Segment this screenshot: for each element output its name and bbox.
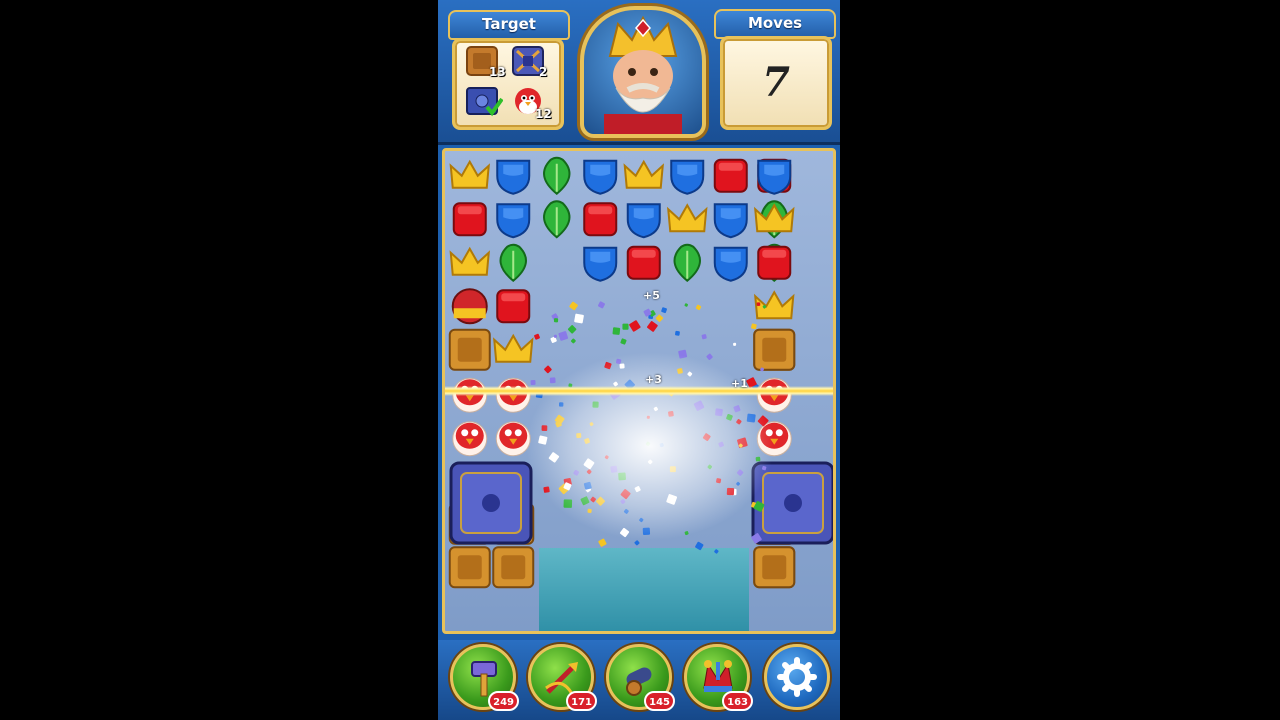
target-count-wooden-box: 13: [489, 65, 506, 79]
debris-particle: [612, 327, 621, 335]
tnt-piece[interactable]: [451, 288, 488, 325]
debris-particle: [701, 334, 707, 340]
cube-piece[interactable]: [452, 202, 487, 237]
crown-piece[interactable]: [623, 159, 664, 189]
box-piece[interactable]: [448, 328, 491, 371]
debris-particle: [620, 338, 627, 345]
box-piece[interactable]: [492, 546, 535, 589]
debris-particle: [622, 323, 629, 330]
settings-button[interactable]: [764, 644, 830, 710]
debris-particle: [756, 302, 761, 306]
moves-title: Moves: [714, 9, 836, 39]
debris-particle: [661, 307, 667, 314]
debris-particle: [567, 325, 577, 334]
booster-bar: 249 171 145 163: [438, 640, 840, 720]
shield-piece[interactable]: [496, 159, 531, 195]
crown-piece[interactable]: [449, 246, 490, 276]
box-piece[interactable]: [753, 546, 796, 589]
shield-piece[interactable]: [713, 246, 748, 282]
jester-booster-button[interactable]: 163: [684, 644, 753, 711]
hammer-booster-button[interactable]: 249: [450, 644, 519, 711]
box-piece[interactable]: [448, 546, 491, 589]
debris-particle: [629, 320, 641, 332]
cube-piece[interactable]: [713, 158, 748, 193]
debris-particle: [569, 301, 578, 311]
cube-piece[interactable]: [757, 245, 792, 280]
king-portrait: [580, 6, 706, 138]
target-count-red-bird: 12: [535, 107, 552, 121]
debris-particle: [675, 330, 680, 336]
shield-piece[interactable]: [583, 159, 618, 195]
crown-piece[interactable]: [449, 159, 490, 189]
cannon-count-badge: 145: [644, 691, 675, 711]
game-screen: Target 13 2 12 Moves 7 +5 +3 +1 249 171 …: [438, 0, 840, 720]
leaf-piece[interactable]: [543, 156, 571, 196]
arrow-count-badge: 171: [566, 691, 597, 711]
debris-particle: [733, 342, 737, 346]
safe-icon: [465, 85, 504, 119]
score-popup: +1: [731, 377, 748, 390]
leaf-piece[interactable]: [543, 200, 571, 239]
leaf-piece[interactable]: [673, 243, 701, 283]
king-avatar-icon: [604, 15, 682, 134]
shield-piece[interactable]: [713, 203, 748, 239]
moves-panel: 7: [720, 36, 832, 130]
debris-particle: [647, 321, 658, 332]
debris-particle: [695, 541, 704, 551]
game-board[interactable]: +5 +3 +1: [442, 148, 836, 634]
debris-particle: [695, 304, 702, 311]
debris-particle: [534, 333, 540, 340]
target-title: Target: [448, 10, 570, 40]
crown-piece[interactable]: [667, 203, 708, 233]
debris-particle: [597, 301, 605, 309]
debris-particle: [570, 338, 576, 344]
cube-piece[interactable]: [626, 245, 661, 280]
shield-piece[interactable]: [583, 246, 618, 282]
cube-piece[interactable]: [583, 202, 618, 237]
crown-piece[interactable]: [754, 290, 795, 320]
shield-piece[interactable]: [496, 203, 531, 239]
shield-piece[interactable]: [670, 159, 705, 195]
crown-piece[interactable]: [754, 203, 795, 233]
target-count-metal-box: 2: [539, 65, 548, 79]
shield-piece[interactable]: [626, 203, 661, 239]
moves-counter: 7: [762, 59, 790, 106]
debris-particle: [751, 323, 757, 330]
debris-particle: [684, 303, 688, 307]
target-panel: 13 2 12: [452, 38, 564, 130]
score-popup: +5: [643, 289, 660, 302]
debris-particle: [655, 314, 664, 322]
debris-particle: [553, 318, 559, 323]
arrow-booster-button[interactable]: 171: [528, 644, 597, 711]
debris-particle: [714, 549, 719, 554]
bird-piece[interactable]: [452, 421, 488, 457]
gear-icon: [777, 657, 817, 697]
score-popup: +3: [645, 373, 662, 386]
debris-particle: [574, 313, 584, 324]
hammer-count-badge: 249: [488, 691, 519, 711]
header-bar: Target 13 2 12 Moves 7: [438, 0, 840, 145]
shield-piece[interactable]: [757, 159, 792, 195]
rocket-beam-effect: [445, 386, 833, 396]
jester-count-badge: 163: [722, 691, 753, 711]
cannon-booster-button[interactable]: 145: [606, 644, 675, 711]
safe-piece[interactable]: [449, 461, 533, 545]
leaf-piece[interactable]: [499, 243, 527, 283]
cube-piece[interactable]: [496, 289, 531, 324]
debris-particle: [558, 331, 569, 341]
